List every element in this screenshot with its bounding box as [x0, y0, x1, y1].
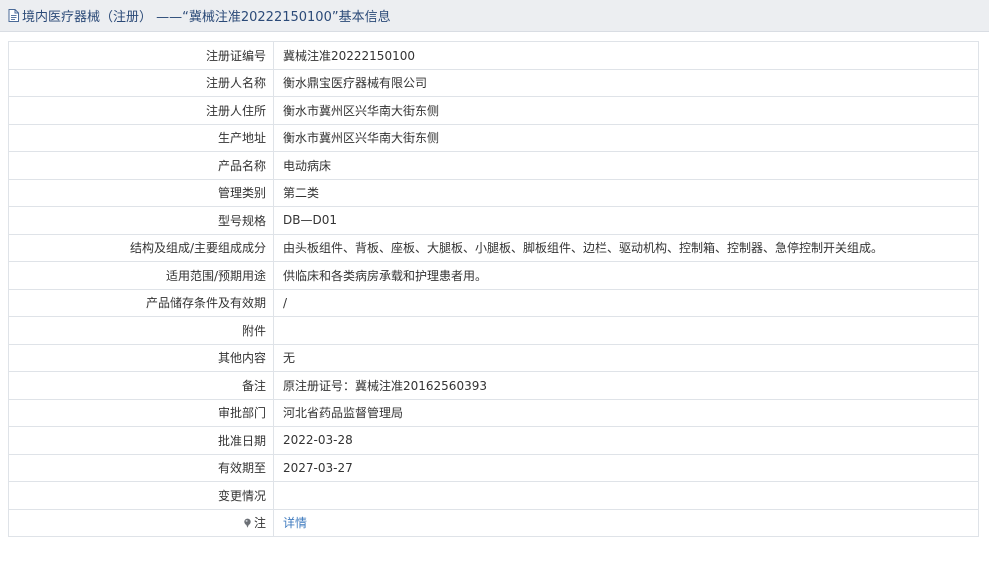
table-row: 产品名称 电动病床	[8, 151, 979, 180]
row-value	[273, 481, 979, 510]
note-label: 注	[253, 516, 266, 531]
note-label-cell: 注	[8, 508, 274, 537]
row-label: 生产地址	[8, 123, 274, 152]
row-value: 冀械注准20222150100	[273, 41, 979, 70]
details-link[interactable]: 详情	[283, 516, 307, 530]
row-label: 型号规格	[8, 206, 274, 235]
row-value: 供临床和各类病房承载和护理患者用。	[273, 261, 979, 290]
table-row: 管理类别 第二类	[8, 178, 979, 207]
table-row: 结构及组成/主要组成成分 由头板组件、背板、座板、大腿板、小腿板、脚板组件、边栏…	[8, 233, 979, 262]
row-label: 注册人名称	[8, 68, 274, 97]
row-label: 附件	[8, 316, 274, 345]
document-icon	[8, 9, 19, 22]
table-row: 附件	[8, 316, 979, 345]
note-row: 注 详情	[8, 508, 979, 537]
table-row: 注册人名称 衡水鼎宝医疗器械有限公司	[8, 68, 979, 97]
row-label: 结构及组成/主要组成成分	[8, 233, 274, 262]
row-value: 电动病床	[273, 151, 979, 180]
row-value	[273, 316, 979, 345]
note-value-cell: 详情	[273, 508, 979, 537]
table-row: 生产地址 衡水市冀州区兴华南大街东侧	[8, 123, 979, 152]
row-label: 适用范围/预期用途	[8, 261, 274, 290]
table-row: 注册人住所 衡水市冀州区兴华南大街东侧	[8, 96, 979, 125]
info-table: 注册证编号 冀械注准20222150100 注册人名称 衡水鼎宝医疗器械有限公司…	[8, 41, 979, 537]
row-value: 衡水市冀州区兴华南大街东侧	[273, 96, 979, 125]
row-value: 原注册证号：冀械注准20162560393	[273, 371, 979, 400]
row-value: 2022-03-28	[273, 426, 979, 455]
table-row: 备注 原注册证号：冀械注准20162560393	[8, 371, 979, 400]
table-row: 有效期至 2027-03-27	[8, 453, 979, 482]
row-value: 2027-03-27	[273, 453, 979, 482]
row-label: 注册证编号	[8, 41, 274, 70]
row-value: 河北省药品监督管理局	[273, 398, 979, 427]
row-label: 产品名称	[8, 151, 274, 180]
table-row: 变更情况	[8, 481, 979, 510]
row-label: 有效期至	[8, 453, 274, 482]
row-value: /	[273, 288, 979, 317]
row-value: 由头板组件、背板、座板、大腿板、小腿板、脚板组件、边栏、驱动机构、控制箱、控制器…	[273, 233, 979, 262]
table-row: 产品储存条件及有效期 /	[8, 288, 979, 317]
page-header: 境内医疗器械（注册） ——“冀械注准20222150100”基本信息	[0, 0, 989, 32]
table-row: 型号规格 DB—D01	[8, 206, 979, 235]
row-label: 产品储存条件及有效期	[8, 288, 274, 317]
table-row: 审批部门 河北省药品监督管理局	[8, 398, 979, 427]
table-row: 适用范围/预期用途 供临床和各类病房承载和护理患者用。	[8, 261, 979, 290]
row-label: 审批部门	[8, 398, 274, 427]
row-label: 变更情况	[8, 481, 274, 510]
row-label: 其他内容	[8, 343, 274, 372]
table-row: 其他内容 无	[8, 343, 979, 372]
row-value: 第二类	[273, 178, 979, 207]
row-label: 批准日期	[8, 426, 274, 455]
row-value: 无	[273, 343, 979, 372]
row-value: DB—D01	[273, 206, 979, 235]
row-label: 管理类别	[8, 178, 274, 207]
page-title: 境内医疗器械（注册） ——“冀械注准20222150100”基本信息	[22, 10, 391, 25]
table-row: 批准日期 2022-03-28	[8, 426, 979, 455]
pin-icon	[243, 517, 252, 529]
row-label: 备注	[8, 371, 274, 400]
row-label: 注册人住所	[8, 96, 274, 125]
table-row: 注册证编号 冀械注准20222150100	[8, 41, 979, 70]
row-value: 衡水鼎宝医疗器械有限公司	[273, 68, 979, 97]
row-value: 衡水市冀州区兴华南大街东侧	[273, 123, 979, 152]
